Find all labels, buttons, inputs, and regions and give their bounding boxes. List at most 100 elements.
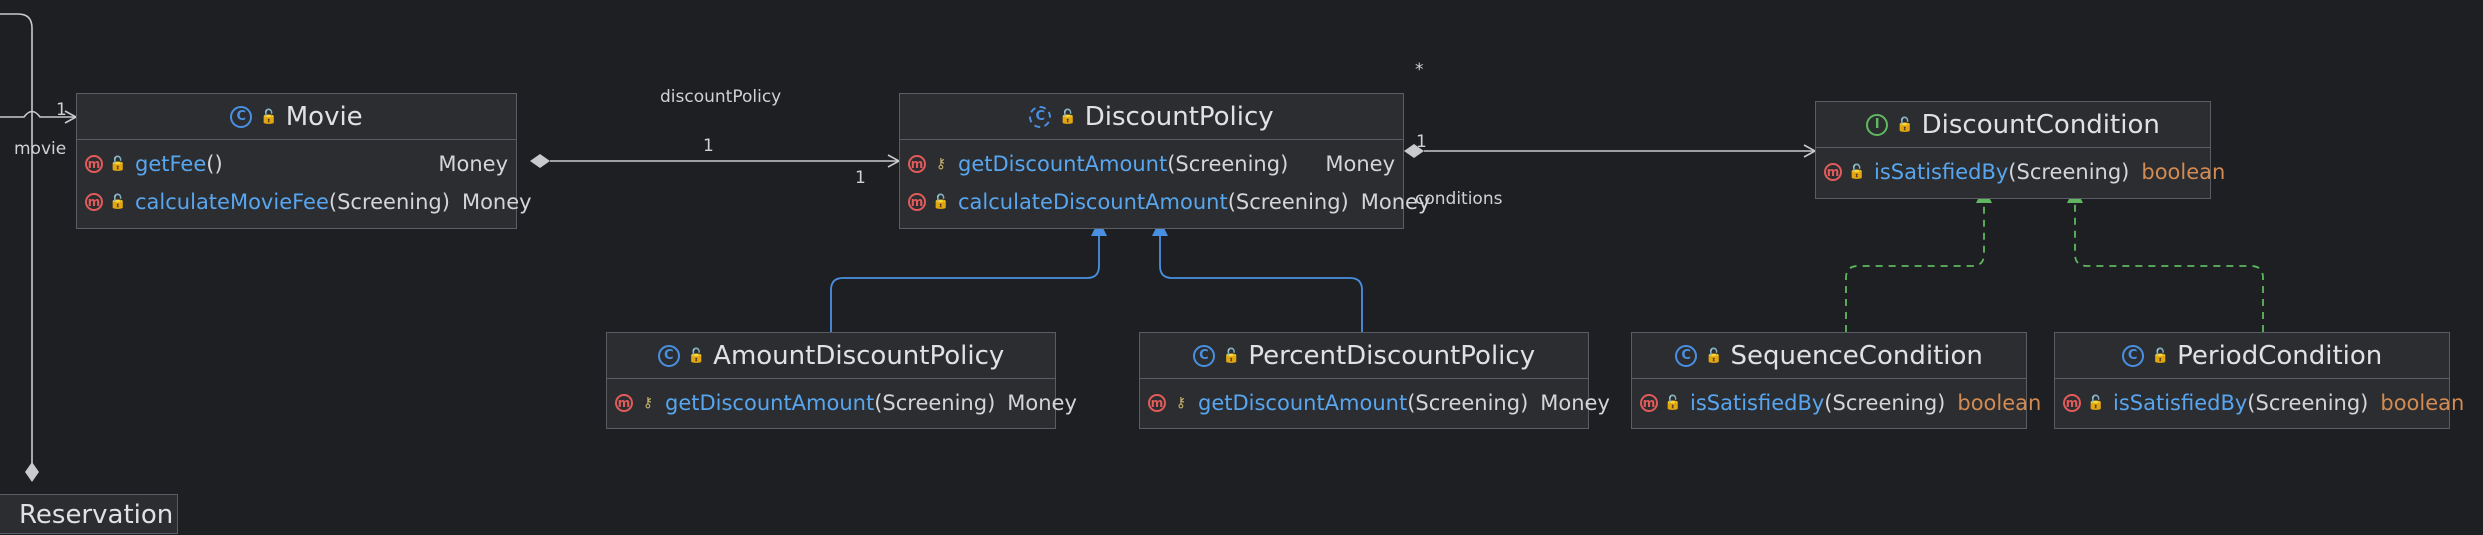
class-header: C 🔓 PercentDiscountPolicy — [1140, 333, 1588, 379]
public-icon: 🔓 — [1059, 108, 1077, 125]
class-icon: C — [230, 105, 253, 128]
method-row[interactable]: m ⚷ getDiscountAmount (Screening) Money — [900, 145, 1403, 183]
movie-role-label: movie — [14, 139, 67, 159]
public-icon: 🔓 — [1664, 395, 1682, 411]
period-realization-edge — [2067, 187, 2264, 332]
method-params: (Screening) — [2247, 391, 2369, 415]
discount-policy-mult-a: 1 — [703, 136, 714, 156]
method-icon: m — [908, 193, 926, 211]
method-row[interactable]: m 🔓 calculateMovieFee (Screening) Money — [77, 183, 532, 221]
method-name: calculateMovieFee — [135, 190, 329, 214]
protected-key-icon: ⚷ — [935, 156, 947, 172]
class-icon: C — [1675, 344, 1698, 367]
method-icon: m — [2063, 394, 2081, 412]
movie-discountpolicy-edge — [530, 154, 901, 168]
method-name: getDiscountAmount — [958, 152, 1168, 176]
movie-mult-label: 1 — [56, 100, 67, 120]
interface-discount-condition[interactable]: I 🔓 DiscountCondition m 🔓 isSatisfiedBy … — [1815, 101, 2225, 199]
method-name: isSatisfiedBy — [1874, 160, 2009, 184]
class-name: DiscountCondition — [1921, 109, 2160, 140]
method-row[interactable]: m ⚷ getDiscountAmount (Screening) Money — [1140, 384, 1610, 422]
protected-key-icon: ⚷ — [1175, 395, 1187, 411]
public-icon: 🔓 — [2151, 347, 2170, 364]
class-icon: C — [1192, 344, 1215, 367]
return-type: Money — [1540, 391, 1610, 415]
class-name: PeriodCondition — [2177, 340, 2383, 371]
class-name: SequenceCondition — [1730, 340, 1983, 371]
class-name: AmountDiscountPolicy — [713, 340, 1005, 371]
relationship-edges — [0, 13, 2264, 482]
method-row[interactable]: m 🔓 getFee () Money — [77, 145, 516, 183]
public-icon: 🔓 — [109, 156, 127, 172]
abstract-method-icon: m — [1824, 163, 1842, 181]
class-header: C 🔓 DiscountPolicy — [900, 94, 1403, 140]
class-movie[interactable]: C 🔓 Movie m 🔓 getFee () Money m 🔓 calcul… — [76, 93, 532, 229]
method-icon: m — [1148, 394, 1166, 412]
conditions-star-label: * — [1415, 60, 1424, 80]
class-discount-policy[interactable]: C 🔓 DiscountPolicy m ⚷ getDiscountAmount… — [899, 93, 1430, 229]
return-type: boolean — [2141, 160, 2226, 184]
method-icon: m — [85, 193, 103, 211]
return-type: Money — [1360, 190, 1431, 214]
percent-inheritance-edge — [1152, 220, 1363, 332]
class-header: C 🔓 SequenceCondition — [1632, 333, 2026, 379]
discountpolicy-condition-edge — [1404, 144, 1817, 158]
class-reservation[interactable]: Reservation — [0, 494, 178, 534]
class-header: C 🔓 PeriodCondition — [2055, 333, 2449, 379]
return-type: Money — [438, 152, 508, 176]
class-sequence-condition[interactable]: C 🔓 SequenceCondition m 🔓 isSatisfiedBy … — [1631, 332, 2041, 429]
method-name: calculateDiscountAmount — [958, 190, 1228, 214]
class-name: PercentDiscountPolicy — [1248, 340, 1536, 371]
class-name: Movie — [285, 101, 363, 132]
method-params: (Screening) — [1407, 391, 1529, 415]
return-type: Money — [1325, 152, 1395, 176]
public-icon: 🔓 — [1896, 116, 1914, 133]
method-row[interactable]: m 🔓 calculateDiscountAmount (Screening) … — [900, 183, 1430, 221]
method-name: isSatisfiedBy — [1690, 391, 1825, 415]
method-icon: m — [615, 394, 633, 412]
class-name: DiscountPolicy — [1084, 101, 1274, 132]
method-params: (Screening) — [2008, 160, 2130, 184]
return-type: Money — [461, 190, 532, 214]
method-row[interactable]: m ⚷ getDiscountAmount (Screening) Money — [607, 384, 1077, 422]
movie-reservation-edge — [0, 13, 39, 482]
public-icon: 🔓 — [1848, 164, 1866, 180]
discount-policy-mult-b: 1 — [855, 168, 866, 188]
public-icon: 🔓 — [1705, 347, 1723, 364]
method-row[interactable]: m 🔓 isSatisfiedBy (Screening) boolean — [1632, 384, 2041, 422]
class-period-condition[interactable]: C 🔓 PeriodCondition m 🔓 isSatisfiedBy (S… — [2054, 332, 2464, 429]
class-header: I 🔓 DiscountCondition — [1816, 102, 2210, 148]
public-icon: 🔓 — [687, 347, 706, 364]
discount-policy-role-label: discountPolicy — [660, 87, 782, 107]
method-params: (Screening) — [1227, 190, 1349, 214]
method-icon: m — [1640, 394, 1658, 412]
abstract-method-icon: m — [908, 155, 926, 173]
method-name: isSatisfiedBy — [2113, 391, 2248, 415]
method-icon: m — [85, 155, 103, 173]
method-params: (Screening) — [1824, 391, 1946, 415]
method-row[interactable]: m 🔓 isSatisfiedBy (Screening) boolean — [2055, 384, 2464, 422]
method-name: getDiscountAmount — [1198, 391, 1408, 415]
return-type: boolean — [2380, 391, 2465, 415]
class-name: Reservation — [19, 500, 174, 530]
return-type: Money — [1007, 391, 1077, 415]
class-header: C 🔓 AmountDiscountPolicy — [607, 333, 1055, 379]
class-amount-discount-policy[interactable]: C 🔓 AmountDiscountPolicy m ⚷ getDiscount… — [606, 332, 1077, 429]
interface-icon: I — [1866, 113, 1889, 136]
method-params: (Screening) — [328, 190, 450, 214]
method-params: (Screening) — [1167, 152, 1289, 176]
method-name: getDiscountAmount — [665, 391, 875, 415]
class-header: Reservation — [0, 495, 177, 535]
amount-inheritance-edge — [830, 220, 1107, 332]
sequence-realization-edge — [1845, 187, 1992, 332]
return-type: boolean — [1957, 391, 2042, 415]
class-percent-discount-policy[interactable]: C 🔓 PercentDiscountPolicy m ⚷ getDiscoun… — [1139, 332, 1610, 429]
method-params: () — [206, 152, 223, 176]
class-icon: C — [657, 344, 680, 367]
class-icon: C — [2121, 344, 2144, 367]
protected-key-icon: ⚷ — [642, 395, 654, 411]
public-icon: 🔓 — [260, 108, 278, 125]
method-row[interactable]: m 🔓 isSatisfiedBy (Screening) boolean — [1816, 153, 2225, 191]
abstract-class-icon: C — [1029, 105, 1052, 128]
method-name: getFee — [135, 152, 207, 176]
